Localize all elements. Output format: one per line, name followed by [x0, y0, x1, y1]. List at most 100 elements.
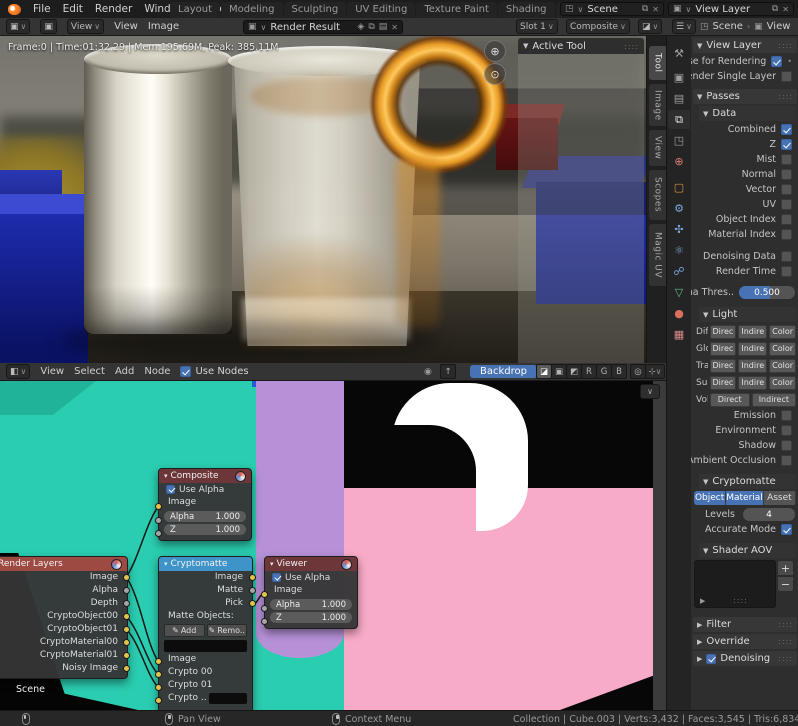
panel-shader-aov[interactable]: ▼ Shader AOV	[699, 543, 797, 558]
aov-remove-button[interactable]: −	[777, 576, 794, 592]
socket-rl-cryptomaterial00[interactable]	[123, 639, 130, 646]
copy-icon[interactable]: ⧉	[642, 4, 648, 14]
panel-filter[interactable]: ▶ Filter ::::	[693, 617, 797, 632]
socket-crypto-image-out[interactable]	[249, 574, 256, 581]
editor-type-button[interactable]: ◧ ∨	[6, 364, 31, 379]
panel-grip[interactable]: ::::	[778, 654, 793, 663]
channel-g-button[interactable]: G	[596, 364, 612, 379]
render-result-image[interactable]: ▸ Frame:0 | Time:01:32.29 | Mem:195.69M,…	[0, 36, 646, 363]
aov-add-button[interactable]: +	[777, 560, 794, 576]
socket-rl-depth[interactable]	[123, 600, 130, 607]
filter-button[interactable]: ☰ ∨	[672, 19, 696, 34]
light-ao-checkbox[interactable]	[781, 455, 792, 466]
panel-grip[interactable]: ::::	[778, 637, 793, 646]
zoom-gizmo[interactable]: ⊕	[484, 40, 506, 62]
animate-dot[interactable]: •	[787, 57, 792, 66]
socket-viewer-alpha[interactable]	[261, 605, 268, 612]
panel-grip[interactable]: ::::	[778, 92, 793, 101]
render-layers-scene-label[interactable]: Scene	[16, 684, 45, 695]
channel-b-button[interactable]: B	[611, 364, 627, 379]
light-environment-checkbox[interactable]	[781, 425, 792, 436]
breadcrumb-scene[interactable]: Scene	[712, 21, 743, 32]
color-alpha-icon[interactable]: ◪	[536, 364, 552, 379]
tab-scopes[interactable]: Scopes	[649, 170, 666, 220]
pass-combined-checkbox[interactable]	[781, 124, 792, 135]
panel-light[interactable]: ▼ Light	[699, 307, 797, 322]
pass-vector-checkbox[interactable]	[781, 184, 792, 195]
node-cryptomatte[interactable]: ▾ Cryptomatte Image Matte Pick Matte Obje…	[158, 556, 253, 710]
node-editor-canvas[interactable]: Render Layers Image Alpha Depth CryptoOb…	[0, 381, 666, 710]
socket-rl-cryptoobject00[interactable]	[123, 613, 130, 620]
denoising-checkbox[interactable]	[706, 653, 717, 664]
socket-rl-cryptomaterial01[interactable]	[123, 652, 130, 659]
use-for-rendering-checkbox[interactable]	[771, 56, 783, 67]
light-shadow-checkbox[interactable]	[781, 440, 792, 451]
glossy-indirect-button[interactable]: Indire	[738, 341, 768, 356]
socket-rl-image[interactable]	[123, 574, 130, 581]
tab-physics-icon[interactable]: ⚛	[668, 241, 690, 260]
pass-render-time-checkbox[interactable]	[781, 266, 792, 277]
node-render-layers[interactable]: Render Layers Image Alpha Depth CryptoOb…	[0, 556, 128, 679]
pass-uv-checkbox[interactable]	[781, 199, 792, 210]
scene-selector[interactable]: ◳ ∨ Scene ⧉ ✕	[560, 2, 664, 16]
diffuse-color-button[interactable]: Color	[769, 324, 796, 339]
panel-grip[interactable]: ::::	[778, 620, 793, 629]
panel-view-layer[interactable]: ▼ View Layer ::::	[693, 38, 797, 53]
crypto-object-button[interactable]: Object	[694, 491, 727, 505]
editor-type-button[interactable]: ▣ ∨	[6, 19, 31, 34]
menu-add[interactable]: Add	[115, 366, 134, 377]
socket-crypto-00[interactable]	[155, 671, 162, 678]
node-composite[interactable]: ▾ Composite Use Alpha Image Alpha 1.000 Z1…	[158, 468, 252, 541]
tab-tool[interactable]: Tool	[649, 46, 666, 80]
node-viewer[interactable]: ▾ Viewer Use Alpha Image Alpha 1.000 Z 1.00…	[264, 556, 358, 629]
tab-output-icon[interactable]: ▤	[668, 89, 690, 108]
crypto-material-button[interactable]: Material	[726, 491, 764, 505]
menu-render[interactable]: Render	[95, 3, 132, 15]
breadcrumb-view-layer[interactable]: View L	[767, 21, 792, 32]
tab-scene-icon[interactable]: ◳	[668, 131, 690, 150]
close-icon[interactable]: ✕	[782, 5, 789, 14]
workspace-tab-uv-editing[interactable]: UV Editing	[347, 2, 416, 18]
tab-particles-icon[interactable]: ✣	[668, 220, 690, 239]
menu-node[interactable]: Node	[144, 366, 170, 377]
overlays-icon[interactable]: ◎	[630, 364, 646, 379]
pass-denoising-data-checkbox[interactable]	[781, 251, 792, 262]
matte-id-field[interactable]	[164, 640, 247, 652]
close-icon[interactable]: ✕	[652, 5, 659, 14]
socket-rl-noisy-image[interactable]	[123, 665, 130, 672]
tab-constraints-icon[interactable]: ☍	[668, 262, 690, 281]
toolbar-expand-icon[interactable]: ▸	[2, 44, 7, 54]
tab-view[interactable]: View	[649, 130, 666, 166]
socket-rl-alpha[interactable]	[123, 587, 130, 594]
glossy-color-button[interactable]: Color	[769, 341, 796, 356]
tab-image[interactable]: Image	[649, 84, 666, 126]
alpha-threshold-slider[interactable]: 0.500	[739, 286, 795, 299]
socket-viewer-image[interactable]	[261, 591, 268, 598]
render-single-layer-checkbox[interactable]	[781, 71, 792, 82]
aov-list-box[interactable]: ▶ ::::	[694, 560, 776, 608]
shield-icon[interactable]: ◈	[357, 22, 364, 32]
alpha-field[interactable]: Alpha 1.000	[270, 599, 352, 610]
tab-tool-icon[interactable]: ⚒	[668, 44, 690, 63]
panel-denoising[interactable]: ▶ Denoising ::::	[693, 651, 797, 666]
use-alpha-checkbox[interactable]	[166, 485, 175, 494]
remove-matte-button[interactable]: ✎ Remo..	[206, 624, 247, 637]
alpha-icon[interactable]: ◩	[566, 364, 582, 379]
socket-crypto-image-in[interactable]	[155, 658, 162, 665]
pass-dropdown[interactable]: Composite ∨	[566, 19, 630, 34]
menu-view[interactable]: View	[40, 366, 64, 377]
tab-view-layer-icon[interactable]: ⧉	[668, 110, 690, 129]
socket-composite-alpha[interactable]	[155, 517, 162, 524]
pan-gizmo[interactable]: ⊙	[484, 63, 506, 85]
snap-icon[interactable]: ⊹ ∨	[645, 364, 665, 379]
workspace-tab-sculpting[interactable]: Sculpting	[283, 2, 347, 18]
tab-world-icon[interactable]: ⊕	[668, 152, 690, 171]
sidebar-toggle[interactable]: ∨	[640, 384, 660, 399]
alpha-field[interactable]: Alpha 1.000	[164, 511, 246, 522]
socket-crypto-01[interactable]	[155, 684, 162, 691]
crypto-value-field[interactable]	[209, 693, 247, 704]
menu-view[interactable]: View	[114, 21, 138, 32]
workspace-tab-modeling[interactable]: Modeling	[221, 2, 283, 18]
socket-viewer-z[interactable]	[261, 618, 268, 625]
display-channels-button[interactable]: ◪ ∨	[638, 19, 663, 34]
